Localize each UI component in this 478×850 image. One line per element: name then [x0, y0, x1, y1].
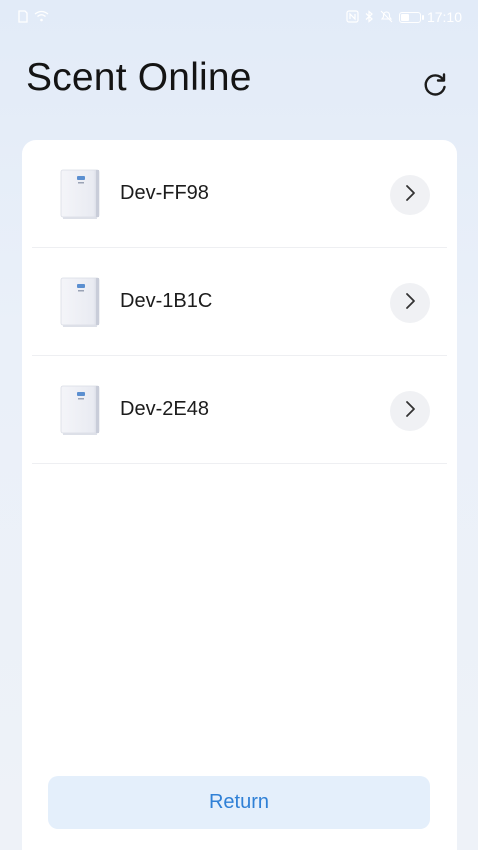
- status-right: 17:10: [346, 9, 462, 25]
- status-time: 17:10: [426, 9, 462, 25]
- scent-device-icon: [58, 168, 102, 220]
- scent-device-icon: [58, 276, 102, 328]
- status-left: [18, 9, 49, 25]
- device-list-item[interactable]: Dev-1B1C: [32, 248, 447, 356]
- sim-icon: [18, 9, 28, 25]
- battery-level-fill: [400, 13, 410, 21]
- page-title: Scent Online: [26, 56, 252, 99]
- nfc-icon: [346, 9, 359, 25]
- device-list-item[interactable]: Dev-FF98: [32, 140, 447, 248]
- return-button[interactable]: Return: [48, 776, 430, 829]
- device-list-item[interactable]: Dev-2E48: [32, 356, 447, 464]
- open-device-button[interactable]: [390, 391, 430, 431]
- open-device-button[interactable]: [390, 283, 430, 323]
- bluetooth-icon: [365, 9, 374, 25]
- chevron-right-icon: [403, 400, 417, 422]
- device-list: Dev-FF98 Dev-1B1C Dev-2E48: [32, 140, 447, 464]
- device-name: Dev-1B1C: [120, 290, 213, 312]
- chevron-right-icon: [403, 292, 417, 314]
- device-name: Dev-FF98: [120, 182, 209, 204]
- wifi-icon: [34, 10, 49, 24]
- refresh-icon: [420, 70, 450, 104]
- scent-device-icon: [58, 384, 102, 436]
- refresh-button[interactable]: [418, 70, 452, 104]
- battery-icon: [398, 11, 424, 23]
- status-bar: 17:10: [0, 0, 478, 34]
- device-card: Dev-FF98 Dev-1B1C Dev-2E48 Return: [22, 140, 457, 850]
- open-device-button[interactable]: [390, 175, 430, 215]
- device-name: Dev-2E48: [120, 398, 209, 420]
- chevron-right-icon: [403, 184, 417, 206]
- mute-icon: [380, 10, 393, 25]
